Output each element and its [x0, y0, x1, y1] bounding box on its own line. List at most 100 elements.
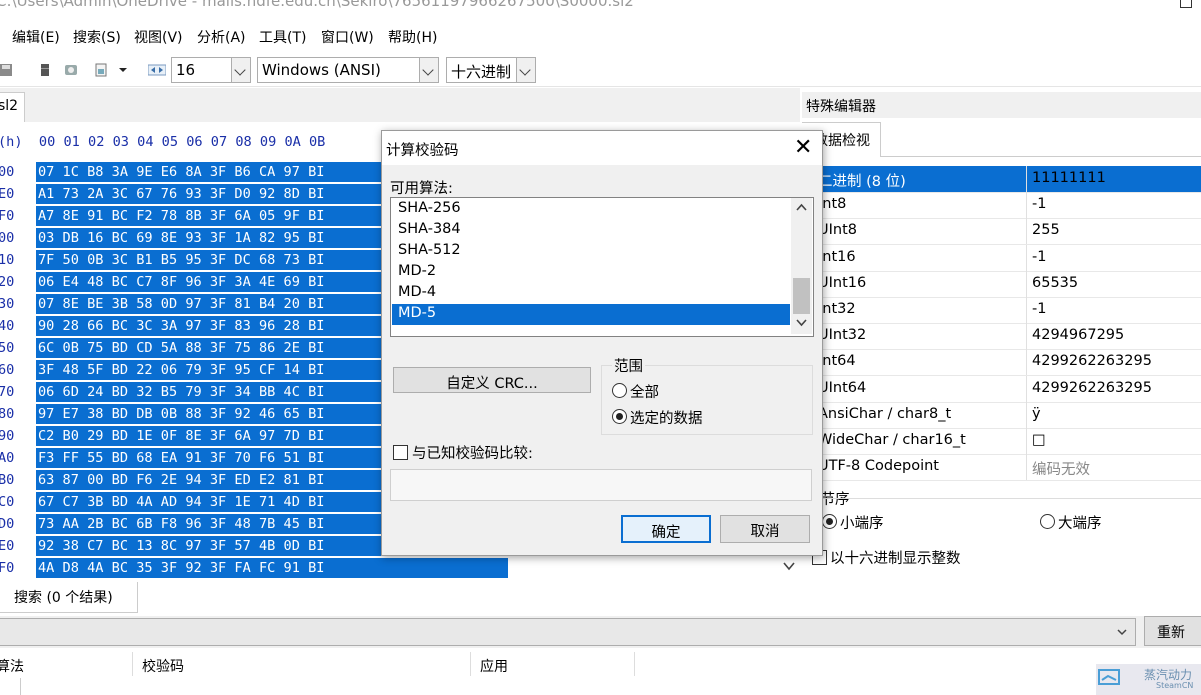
- data-value[interactable]: -1: [1032, 196, 1046, 212]
- page-icon[interactable]: [94, 63, 108, 77]
- data-inspector-row[interactable]: UInt32 4294967295: [812, 323, 1201, 351]
- row-offset: C0: [0, 494, 15, 510]
- little-endian-radio[interactable]: [822, 514, 837, 529]
- data-value[interactable]: 255: [1032, 222, 1060, 238]
- number-base-select[interactable]: 十六进制: [446, 57, 536, 83]
- algorithm-item[interactable]: SHA-512: [392, 241, 790, 262]
- redo-search-button[interactable]: 重新: [1144, 616, 1201, 646]
- col-algorithm[interactable]: 算法: [0, 656, 24, 676]
- data-value[interactable]: 编码无效: [1032, 458, 1090, 479]
- row-offset: E0: [0, 538, 15, 554]
- data-value[interactable]: 65535: [1032, 275, 1078, 291]
- row-offset: A0: [0, 450, 15, 466]
- row-divider: [20, 678, 21, 695]
- menu-analysis[interactable]: 分析(A): [197, 27, 246, 47]
- algorithm-label: SHA-384: [398, 221, 461, 237]
- compare-label: 与已知校验码比较:: [412, 446, 533, 462]
- dialog-title: 计算校验码: [386, 143, 459, 159]
- save-icon[interactable]: [0, 63, 14, 77]
- search-input[interactable]: [0, 618, 1136, 646]
- menu-bar: 编辑(E) 搜索(S) 视图(V) 分析(A) 工具(T) 窗口(W) 帮助(H…: [0, 24, 1201, 50]
- special-editor-title-bar: 特殊编辑器: [802, 92, 1201, 118]
- scroll-up-icon[interactable]: [795, 202, 808, 212]
- scroll-down-icon[interactable]: [795, 318, 808, 328]
- document-tab[interactable]: sl2: [0, 92, 25, 123]
- algorithm-item[interactable]: SHA-256: [392, 199, 790, 220]
- menu-view[interactable]: 视图(V): [134, 27, 183, 47]
- menu-help[interactable]: 帮助(H): [388, 27, 437, 47]
- algorithm-label: MD-4: [398, 284, 437, 300]
- dropdown-arrow-icon[interactable]: [118, 63, 128, 77]
- data-inspector-row[interactable]: UInt64 4299262263295: [812, 375, 1201, 403]
- data-value[interactable]: □: [1032, 432, 1046, 448]
- chevron-down-icon[interactable]: [231, 58, 250, 82]
- data-value[interactable]: ÿ: [1032, 406, 1041, 422]
- data-inspector-row[interactable]: Int8 -1: [812, 192, 1201, 220]
- data-value[interactable]: 11111111: [1032, 170, 1106, 186]
- row-offset: E0: [0, 186, 15, 202]
- column-divider: [1026, 428, 1027, 454]
- disk-icon[interactable]: [64, 63, 78, 77]
- menu-search[interactable]: 搜索(S): [73, 27, 121, 47]
- column-divider: [1026, 218, 1027, 245]
- encoding-select[interactable]: Windows (ANSI): [257, 57, 439, 83]
- custom-crc-button[interactable]: 自定义 CRC...: [393, 367, 591, 393]
- big-endian-label: 大端序: [1058, 516, 1102, 532]
- col-applied[interactable]: 应用: [480, 656, 508, 676]
- menu-edit[interactable]: 编辑(E): [12, 27, 60, 47]
- block-icon[interactable]: [38, 63, 52, 77]
- ok-button[interactable]: 确定: [621, 515, 711, 543]
- data-inspector-row[interactable]: AnsiChar / char8_t ÿ: [812, 401, 1201, 429]
- data-value[interactable]: -1: [1032, 249, 1046, 265]
- col-checksum[interactable]: 校验码: [142, 656, 184, 676]
- column-divider[interactable]: [132, 652, 133, 676]
- algorithm-label: MD-5: [398, 305, 437, 321]
- data-inspector-row[interactable]: UInt8 255: [812, 218, 1201, 246]
- close-button[interactable]: ✕: [786, 133, 818, 163]
- document-tab-label: sl2: [0, 98, 19, 114]
- chevron-down-icon[interactable]: [516, 58, 535, 82]
- compare-checkbox[interactable]: [393, 445, 408, 460]
- data-value[interactable]: -1: [1032, 301, 1046, 317]
- column-divider: [1026, 297, 1027, 323]
- checksum-results-list[interactable]: [0, 678, 1201, 695]
- data-value[interactable]: 4299262263295: [1032, 353, 1152, 369]
- data-inspector-row[interactable]: Int16 -1: [812, 244, 1201, 272]
- range-selected-radio[interactable]: [612, 409, 627, 424]
- list-scroll-thumb[interactable]: [793, 278, 810, 314]
- chevron-down-icon[interactable]: [1115, 625, 1129, 639]
- algorithm-item[interactable]: MD-5: [392, 304, 790, 325]
- known-checksum-field[interactable]: [390, 469, 812, 501]
- data-inspector-row[interactable]: Int64 4299262263295: [812, 349, 1201, 377]
- data-inspector-row[interactable]: UTF-8 Codepoint 编码无效: [812, 454, 1201, 482]
- search-results-tab[interactable]: 搜索 (0 个结果): [0, 582, 138, 613]
- bytes-per-row-select[interactable]: 16: [171, 57, 251, 83]
- menu-window[interactable]: 窗口(W): [321, 27, 374, 47]
- row-offset: 20: [0, 274, 15, 290]
- data-inspector-row[interactable]: WideChar / char16_t □: [812, 428, 1201, 455]
- chevron-down-icon[interactable]: [419, 58, 438, 82]
- column-divider[interactable]: [470, 652, 471, 676]
- algorithm-item[interactable]: SHA-384: [392, 220, 790, 241]
- row-offset: 40: [0, 318, 15, 334]
- special-editor-title: 特殊编辑器: [806, 99, 876, 115]
- row-offset: 60: [0, 362, 15, 378]
- row-offset: 70: [0, 384, 15, 400]
- data-inspector-row[interactable]: Int32 -1: [812, 297, 1201, 324]
- data-value[interactable]: 4299262263295: [1032, 380, 1152, 396]
- cancel-button[interactable]: 取消: [720, 515, 810, 543]
- toolbar: 16 Windows (ANSI) 十六进制: [0, 54, 1201, 87]
- algorithm-item[interactable]: MD-2: [392, 262, 790, 283]
- data-inspector-row[interactable]: UInt16 65535: [812, 270, 1201, 298]
- hex-row-selected[interactable]: 4A D8 4A BC 35 3F 92 3F FA FC 91 BI: [36, 558, 508, 578]
- column-divider[interactable]: [634, 652, 635, 676]
- data-inspector-row[interactable]: 二进制 (8 位) 11111111: [812, 166, 1201, 193]
- maximize-icon[interactable]: [1180, 0, 1192, 8]
- algorithm-item[interactable]: MD-4: [392, 283, 790, 304]
- range-all-radio[interactable]: [612, 383, 627, 398]
- scroll-down-icon[interactable]: [778, 555, 800, 577]
- algorithm-list[interactable]: SHA-256 SHA-384 SHA-512 MD-2 MD-4 MD-5: [390, 197, 814, 337]
- data-value[interactable]: 4294967295: [1032, 327, 1124, 343]
- menu-tools[interactable]: 工具(T): [259, 27, 306, 47]
- big-endian-radio[interactable]: [1040, 514, 1055, 529]
